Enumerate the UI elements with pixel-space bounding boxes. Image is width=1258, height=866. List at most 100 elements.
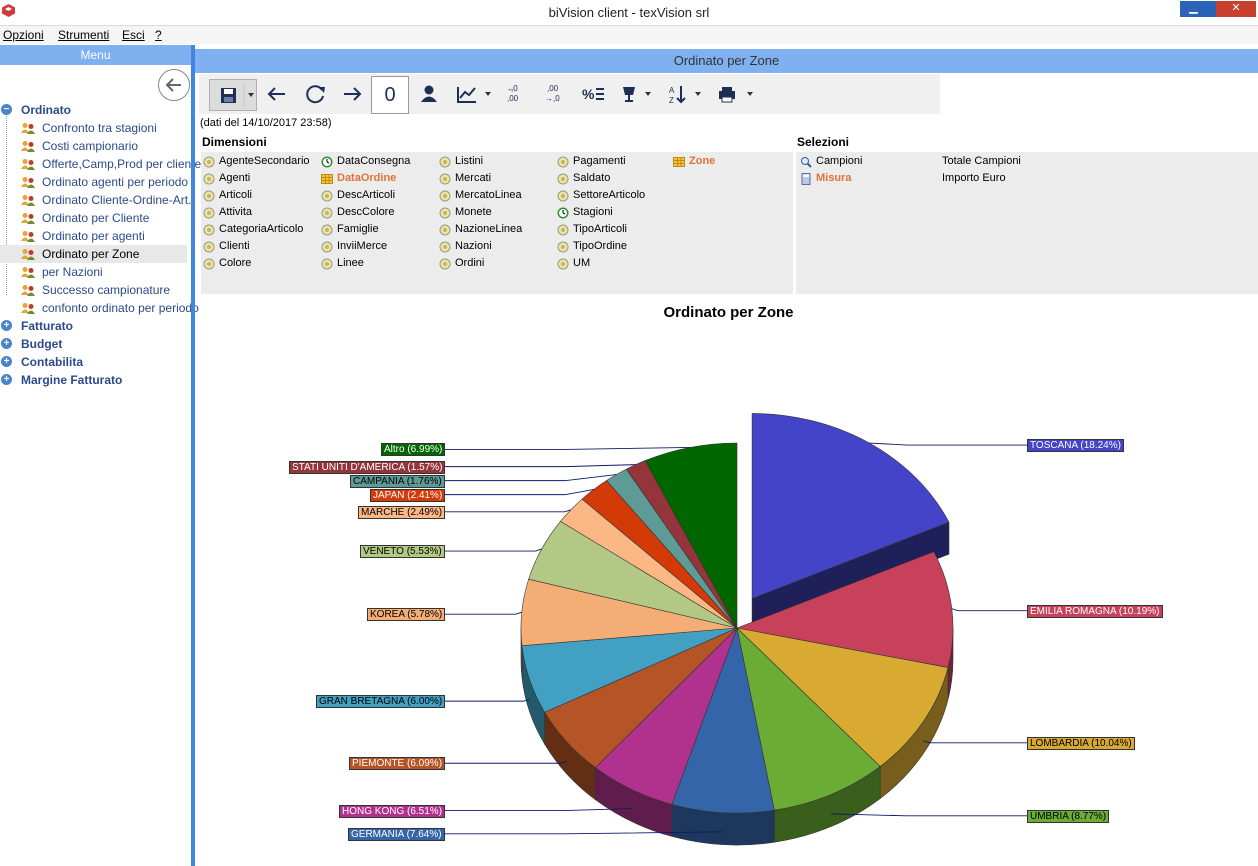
menu-esci[interactable]: Esci [122,28,145,42]
pie-leader-line [445,464,636,468]
pie-chart-canvas [445,413,1027,846]
dimension-icon [439,224,451,236]
tree-group-budget[interactable]: + Budget [0,335,191,353]
dimension-label: NazioneLinea [455,223,523,235]
pie-label: MARCHE (2.49%) [358,505,446,519]
pie-leader-line [445,548,542,552]
dimension-label: MercatoLinea [455,189,522,201]
line-chart-icon[interactable] [453,79,497,109]
dimension-icon [203,156,215,168]
expand-icon[interactable]: + [1,320,12,331]
dimension-label: TipoOrdine [573,240,628,252]
expand-icon[interactable]: + [1,356,12,367]
dimension-icon [203,224,215,236]
dimension-label: DescArticoli [337,189,396,201]
arrow-right-icon[interactable] [338,79,366,109]
back-arrow-icon[interactable] [158,69,190,101]
pie-leader-line [445,488,594,496]
tree-item[interactable]: Ordinato per Cliente [0,209,191,227]
tree-item-label: per Nazioni [42,265,103,279]
selection-value: Importo Euro [942,172,1006,184]
tree-item-label: Ordinato Cliente-Ordine-Art. [42,193,192,207]
pie-label: STATI UNITI D'AMERICA (1.57%) [289,460,446,474]
tree-item-label: Ordinato per agenti [42,229,145,243]
tree-item[interactable]: confonto ordinato per periodo [0,299,199,317]
dimension-label: Zone [689,155,716,167]
tree-item-label: Costi campionario [42,139,139,153]
increase-decimals-icon[interactable]: ,00 →,0 [541,79,569,109]
tree-item-label: Ordinato per Cliente [42,211,150,225]
pie-leader-line [923,740,1027,744]
user-icon[interactable] [415,79,443,109]
dimension-label: DataConsegna [337,155,411,167]
percent-icon[interactable]: % [579,79,607,109]
dimension-icon [557,224,569,236]
pie-leader-line [445,446,690,450]
dimension-icon [321,190,333,202]
tree-item[interactable]: Successo campionature [0,281,191,299]
report-header: Ordinato per Zone [195,49,1258,73]
report-users-icon [21,213,35,224]
tree-group-contabilita[interactable]: + Contabilita [0,353,191,371]
tree-item-label: Successo campionature [42,283,171,297]
dimension-label: Clienti [219,240,250,252]
dimension-icon [203,241,215,253]
report-users-icon [21,231,35,242]
tree-item[interactable]: Ordinato per Zone [0,245,187,263]
dimension-label: Colore [219,257,252,269]
tree-group-margine-fatturato[interactable]: + Margine Fatturato [0,371,191,389]
arrow-left-icon[interactable] [263,79,291,109]
report-users-icon [21,249,35,260]
data-timestamp: (dati del 14/10/2017 23:58) [200,117,332,129]
tree-item[interactable]: Confronto tra stagioni [0,119,191,137]
dimension-icon [321,258,333,270]
menu-opzioni[interactable]: Opzioni [3,28,44,42]
dimension-label: Mercati [455,172,492,184]
grid-icon [673,157,685,167]
decrease-decimals-icon[interactable]: ← ,0 ,00 [503,79,531,109]
magnifier-icon [801,157,812,168]
save-icon[interactable] [209,79,257,111]
collapse-icon[interactable]: − [1,104,12,115]
pie-leader-line [445,760,568,764]
tree-item[interactable]: Costi campionario [0,137,191,155]
clock-icon [321,156,333,168]
svg-text:%: % [582,86,595,102]
panel-splitter[interactable] [191,45,195,866]
report-users-icon [21,123,35,134]
clock-icon [557,207,569,219]
pie-label: GERMANIA (7.64%) [348,827,445,841]
dimension-label: Linee [337,257,364,269]
expand-icon[interactable]: + [1,338,12,349]
tree-item[interactable]: Ordinato agenti per periodo [0,173,191,191]
report-users-icon [21,159,35,170]
minimize-button[interactable]: ▁ [1180,1,1207,17]
calculator-icon [801,173,811,185]
refresh-icon[interactable] [301,79,329,109]
selections-title: Selezioni [797,135,850,149]
selection-label: Campioni [816,155,863,167]
tree-group-fatturato[interactable]: + Fatturato [0,317,191,335]
menu-strumenti[interactable]: Strumenti [58,28,109,42]
report-users-icon [21,195,35,206]
filter-trophy-icon[interactable] [617,79,657,109]
sort-az-icon[interactable]: A Z [665,79,707,109]
tree-item-label: confonto ordinato per periodo [42,301,199,315]
pie-label: CAMPANIA (1.76%) [350,474,445,488]
tree-item-label: Confronto tra stagioni [42,121,157,135]
expand-icon[interactable]: + [1,374,12,385]
close-button[interactable]: ✕ [1216,1,1256,17]
report-users-icon [21,267,35,278]
tree-item[interactable]: Offerte,Camp,Prod per cliente [0,155,201,173]
menu-help[interactable]: ? [155,28,162,42]
tree-item[interactable]: per Nazioni [0,263,191,281]
dimensions-title: Dimensioni [202,135,267,149]
dimension-icon [203,258,215,270]
window-titlebar: biVision client - texVision srl ▁ ❐ ✕ [0,0,1258,26]
selection-label: Misura [816,172,852,184]
tree-item[interactable]: Ordinato Cliente-Ordine-Art. [0,191,191,209]
counter-box[interactable]: 0 [371,76,409,114]
tree-group-ordinato[interactable]: − Ordinato [0,101,191,119]
tree-item[interactable]: Ordinato per agenti [0,227,191,245]
print-icon[interactable] [715,79,757,109]
